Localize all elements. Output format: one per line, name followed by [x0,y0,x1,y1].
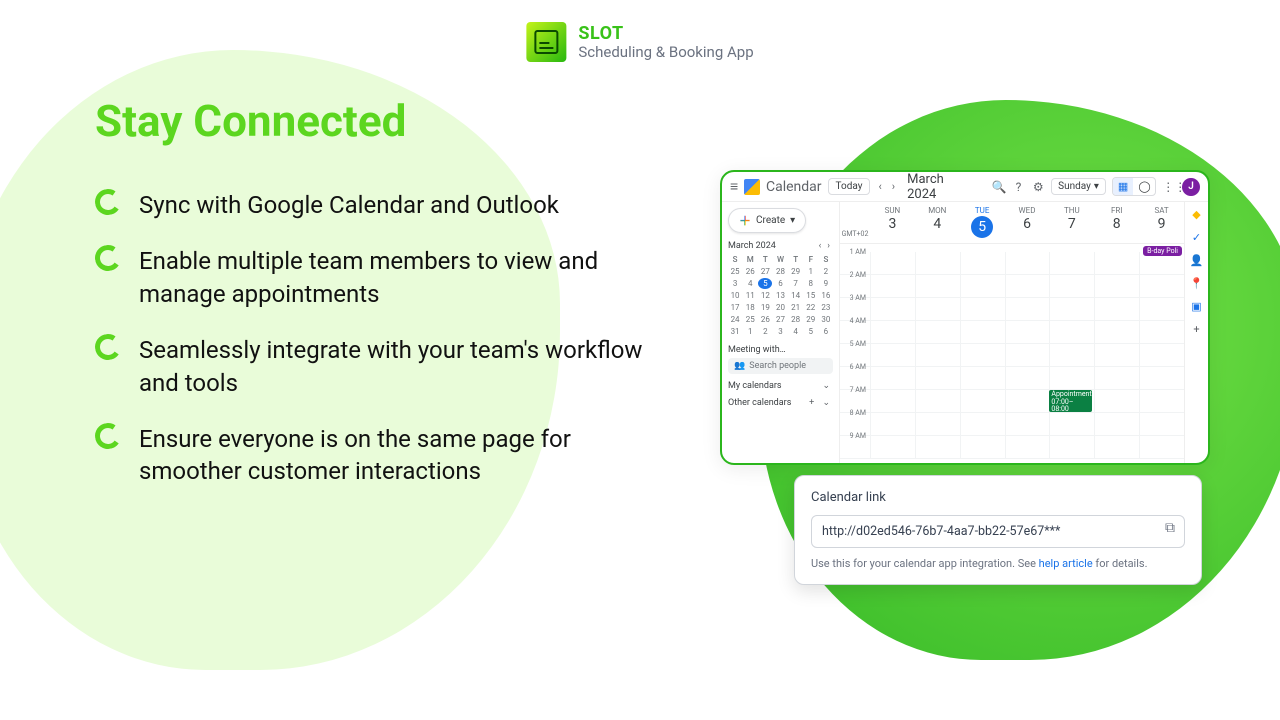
google-calendar-panel: ≡ Calendar Today ‹ › March 2024 🔍 ? ⚙ Su… [720,170,1210,465]
chevron-down-icon[interactable]: ⌄ [822,381,833,391]
contacts-icon[interactable]: 👤 [1190,254,1204,267]
chevron-down-icon[interactable]: ⌄ [822,398,833,408]
help-icon[interactable]: ? [1011,180,1025,194]
meeting-with-label: Meeting with… [728,345,833,355]
bullet-text: Ensure everyone is on the same page for … [139,423,655,488]
mini-next-icon[interactable]: › [824,241,833,251]
mini-prev-icon[interactable]: ‹ [816,241,825,251]
calendar-app-name: Calendar [766,179,822,195]
bullet-text: Sync with Google Calendar and Outlook [139,189,559,221]
bullet-icon [93,332,123,362]
calendar-link-card: Calendar link ⧉ Use this for your calend… [794,475,1202,585]
apps-icon[interactable]: ⋮⋮⋮ [1162,180,1176,194]
addon-icon[interactable]: ▣ [1191,300,1201,313]
maps-icon[interactable]: 📍 [1190,277,1204,290]
help-article-link[interactable]: help article [1039,557,1093,570]
settings-icon[interactable]: ⚙ [1031,180,1045,194]
person-icon: 👥 [734,361,745,371]
bullet-icon [93,187,123,217]
appointment-event[interactable]: Appointment07:00–08:00 [1049,390,1092,412]
bullet-icon [93,243,123,273]
search-people-input[interactable]: 👥 Search people [728,358,833,374]
bullet-text: Enable multiple team members to view and… [139,245,655,310]
create-button[interactable]: ＋ Create ▾ [728,208,806,233]
view-selector[interactable]: Sunday▾ [1051,178,1106,195]
task-view-icon: ◯ [1133,178,1155,195]
chevron-down-icon: ▾ [790,215,795,226]
add-panel-icon[interactable]: + [1193,323,1199,336]
current-month-label: March 2024 [907,172,975,202]
mini-month-label: March 2024 [728,241,776,251]
slot-logo-icon [526,22,566,62]
calendar-toolbar: ≡ Calendar Today ‹ › March 2024 🔍 ? ⚙ Su… [722,172,1208,202]
brand-subtitle: Scheduling & Booking App [578,44,753,61]
side-rail: ◆ ✓ 👤 📍 ▣ + [1184,202,1208,463]
gcal-logo-icon [744,179,760,195]
bullet-icon [93,421,123,451]
calendar-grid[interactable]: GMT+02SUN3MON4TUE5WED6THU7FRI8SAT9 B-day… [840,202,1184,463]
keep-icon[interactable]: ◆ [1192,208,1200,221]
mini-calendar[interactable]: SMTWTFS252627282912345678910111213141516… [728,254,833,337]
other-calendars-label[interactable]: Other calendars [728,398,791,408]
brand-header: SLOT Scheduling & Booking App [526,22,753,62]
plus-icon: ＋ [739,212,751,229]
tasks-icon[interactable]: ✓ [1192,231,1201,244]
copy-icon[interactable]: ⧉ [1165,520,1175,536]
menu-icon[interactable]: ≡ [730,178,738,195]
next-week-button[interactable]: › [890,180,897,193]
calendar-view-icon: ▦ [1113,178,1133,195]
calendar-sidebar: ＋ Create ▾ March 2024 ‹› SMTWTFS25262728… [722,202,840,463]
account-avatar[interactable]: J [1182,178,1200,196]
link-help-text: Use this for your calendar app integrati… [811,557,1185,570]
layout-toggle[interactable]: ▦ ◯ [1112,177,1156,196]
link-card-title: Calendar link [811,490,1185,505]
today-button[interactable]: Today [828,178,871,195]
search-icon[interactable]: 🔍 [991,180,1005,194]
feature-list: Sync with Google Calendar and Outlook Ena… [95,165,655,488]
brand-title: SLOT [578,24,753,44]
calendar-link-input[interactable] [811,515,1185,548]
bullet-text: Seamlessly integrate with your team's wo… [139,334,655,399]
add-calendar-icon[interactable]: + [809,398,817,408]
page-headline: Stay Connected [95,95,406,147]
my-calendars-label[interactable]: My calendars [728,381,782,391]
prev-week-button[interactable]: ‹ [876,180,883,193]
